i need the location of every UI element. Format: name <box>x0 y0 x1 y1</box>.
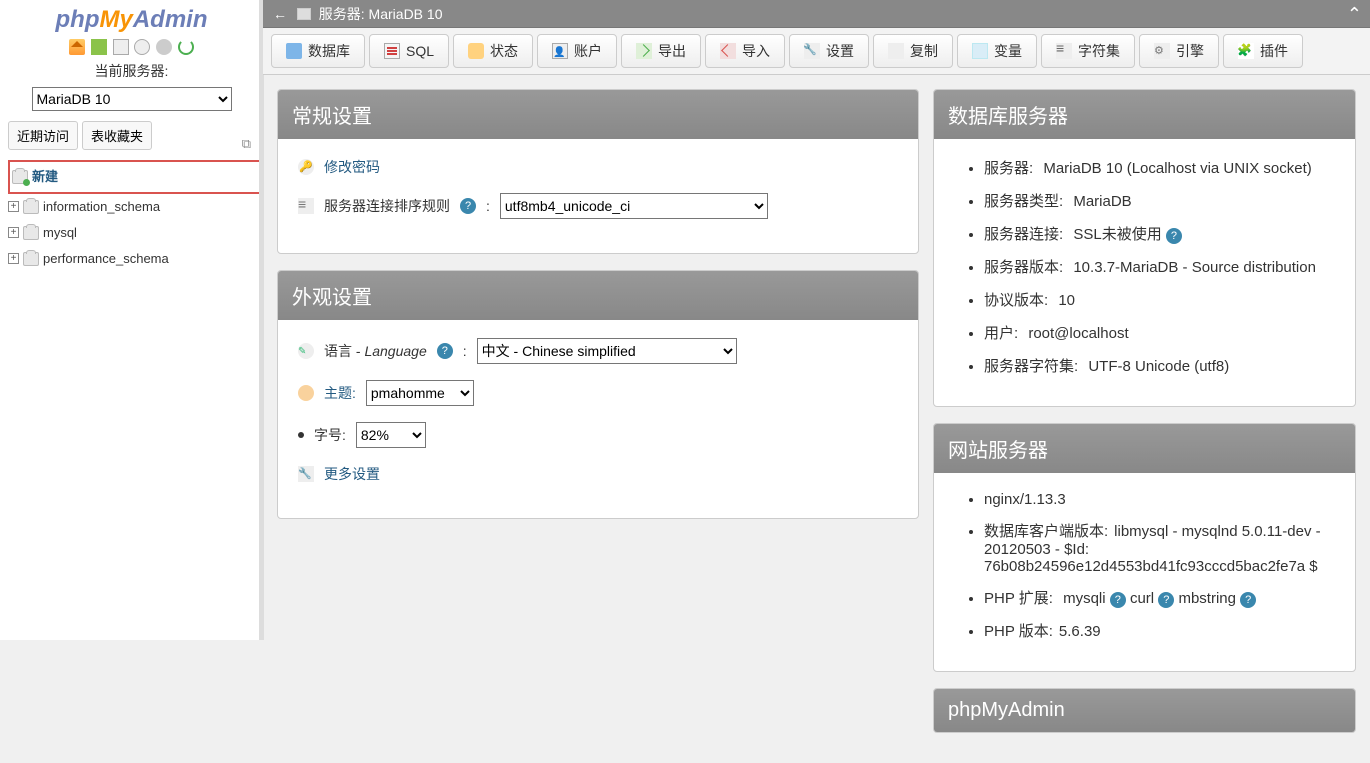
expand-icon[interactable]: + <box>8 253 19 264</box>
database-icon <box>23 226 39 240</box>
web-server-title: 网站服务器 <box>934 424 1355 473</box>
status-icon <box>468 43 484 59</box>
tree-db-item[interactable]: +mysql <box>8 220 263 246</box>
db-server-group: 数据库服务器 服务器: MariaDB 10 (Localhost via UN… <box>933 89 1356 407</box>
recent-tab[interactable]: 近期访问 <box>8 121 78 150</box>
database-tree: 新建 +information_schema +mysql +performan… <box>8 160 263 272</box>
web-server-group: 网站服务器 nginx/1.13.3 数据库客户端版本:libmysql - m… <box>933 423 1356 672</box>
breadcrumb-server[interactable]: 服务器: MariaDB 10 <box>319 6 443 22</box>
tab-export[interactable]: 导出 <box>621 34 701 68</box>
expand-icon[interactable]: + <box>8 201 19 212</box>
database-icon <box>286 43 302 59</box>
fontsize-label: 字号: <box>314 425 346 445</box>
server-select[interactable]: MariaDB 10 <box>32 87 232 111</box>
charset-icon <box>1056 43 1072 59</box>
help-icon[interactable]: ? <box>1158 592 1174 608</box>
collation-select[interactable]: utf8mb4_unicode_ci <box>500 193 768 219</box>
expand-icon[interactable]: + <box>8 227 19 238</box>
reload-icon[interactable] <box>178 39 194 55</box>
db-server-item: 服务器: MariaDB 10 (Localhost via UNIX sock… <box>984 157 1335 178</box>
help-icon[interactable]: ? <box>1166 228 1182 244</box>
general-settings-group: 常规设置 修改密码 服务器连接排序规则 ?: utf8mb4_unicode_c… <box>277 89 919 254</box>
theme-label[interactable]: 主题: <box>324 383 356 403</box>
tab-engines[interactable]: 引擎 <box>1139 34 1219 68</box>
phpmyadmin-logo[interactable]: phpMyAdmin <box>0 0 263 34</box>
users-icon <box>552 43 568 59</box>
appearance-settings-group: 外观设置 语言 - Language ?: 中文 - Chinese simpl… <box>277 270 919 519</box>
db-server-item: 协议版本: 10 <box>984 289 1335 310</box>
db-client-version: 数据库客户端版本:libmysql - mysqlnd 5.0.11-dev -… <box>984 520 1335 575</box>
import-icon <box>720 43 736 59</box>
replication-icon <box>888 43 904 59</box>
tab-status[interactable]: 状态 <box>453 34 533 68</box>
navigation-panel: phpMyAdmin 当前服务器: MariaDB 10 近期访问 表收藏夹 ⧉… <box>0 0 263 640</box>
db-server-item: 服务器连接: SSL未被使用 ? <box>984 223 1335 244</box>
appearance-settings-title: 外观设置 <box>278 271 918 320</box>
tab-variables[interactable]: 变量 <box>957 34 1037 68</box>
php-extensions: PHP 扩展: mysqli ? curl ? mbstring ? <box>984 587 1335 608</box>
variables-icon <box>972 43 988 59</box>
page-settings-icon[interactable]: ⌃ <box>1347 0 1362 28</box>
db-server-item: 服务器字符集: UTF-8 Unicode (utf8) <box>984 355 1335 376</box>
database-icon <box>23 252 39 266</box>
phpmyadmin-info-group: phpMyAdmin <box>933 688 1356 733</box>
tab-charsets[interactable]: 字符集 <box>1041 34 1135 68</box>
language-label: 语言 - Language <box>324 341 427 361</box>
collation-label: 服务器连接排序规则 <box>324 196 450 216</box>
current-server-label: 当前服务器: <box>0 61 263 81</box>
tree-db-item[interactable]: +performance_schema <box>8 246 263 272</box>
breadcrumb: ← 服务器: MariaDB 10 ⌃ <box>263 0 1370 28</box>
phpmyadmin-info-title: phpMyAdmin <box>934 689 1355 732</box>
top-menu: 数据库 SQL 状态 账户 导出 导入 设置 复制 变量 字符集 引擎 插件 <box>263 28 1370 75</box>
db-server-item: 用户: root@localhost <box>984 322 1335 343</box>
tree-db-item[interactable]: +information_schema <box>8 194 263 220</box>
bullet-icon <box>298 432 304 438</box>
theme-icon <box>298 385 314 401</box>
favorites-tab[interactable]: 表收藏夹 <box>82 121 152 150</box>
theme-select[interactable]: pmahomme <box>366 380 474 406</box>
tab-sql[interactable]: SQL <box>369 34 449 68</box>
change-password-link[interactable]: 修改密码 <box>324 157 380 177</box>
server-icon <box>297 8 311 20</box>
language-select[interactable]: 中文 - Chinese simplified <box>477 338 737 364</box>
engine-icon <box>1154 43 1170 59</box>
db-new-icon <box>12 170 28 184</box>
help-icon[interactable]: ? <box>437 343 453 359</box>
db-server-title: 数据库服务器 <box>934 90 1355 139</box>
fontsize-select[interactable]: 82% <box>356 422 426 448</box>
language-icon <box>298 343 314 359</box>
nav-settings-icon[interactable] <box>156 39 172 55</box>
settings-icon <box>804 43 820 59</box>
help-icon[interactable]: ? <box>1110 592 1126 608</box>
database-icon <box>23 200 39 214</box>
php-version: PHP 版本:5.6.39 <box>984 620 1335 641</box>
db-server-item: 服务器版本: 10.3.7-MariaDB - Source distribut… <box>984 256 1335 277</box>
collation-icon <box>298 198 314 214</box>
link-with-main-icon[interactable]: ⧉ <box>242 136 251 152</box>
sql-icon <box>384 43 400 59</box>
home-icon[interactable] <box>69 39 85 55</box>
logout-icon[interactable] <box>91 39 107 55</box>
tab-replication[interactable]: 复制 <box>873 34 953 68</box>
tab-import[interactable]: 导入 <box>705 34 785 68</box>
more-settings-link[interactable]: 更多设置 <box>324 464 380 484</box>
db-server-item: 服务器类型: MariaDB <box>984 190 1335 211</box>
general-settings-title: 常规设置 <box>278 90 918 139</box>
tab-users[interactable]: 账户 <box>537 34 617 68</box>
more-settings-icon <box>298 466 314 482</box>
help-icon[interactable]: ? <box>460 198 476 214</box>
help-icon[interactable]: ? <box>1240 592 1256 608</box>
export-icon <box>636 43 652 59</box>
docs-icon[interactable] <box>113 39 129 55</box>
plugin-icon <box>1238 43 1254 59</box>
nav-back-icon[interactable]: ← <box>271 0 289 28</box>
tree-new-db[interactable]: 新建 <box>8 160 263 194</box>
password-icon <box>298 159 314 175</box>
tab-plugins[interactable]: 插件 <box>1223 34 1303 68</box>
tab-databases[interactable]: 数据库 <box>271 34 365 68</box>
sql-doc-icon[interactable] <box>134 39 150 55</box>
tab-settings[interactable]: 设置 <box>789 34 869 68</box>
webserver-software: nginx/1.13.3 <box>984 491 1335 508</box>
